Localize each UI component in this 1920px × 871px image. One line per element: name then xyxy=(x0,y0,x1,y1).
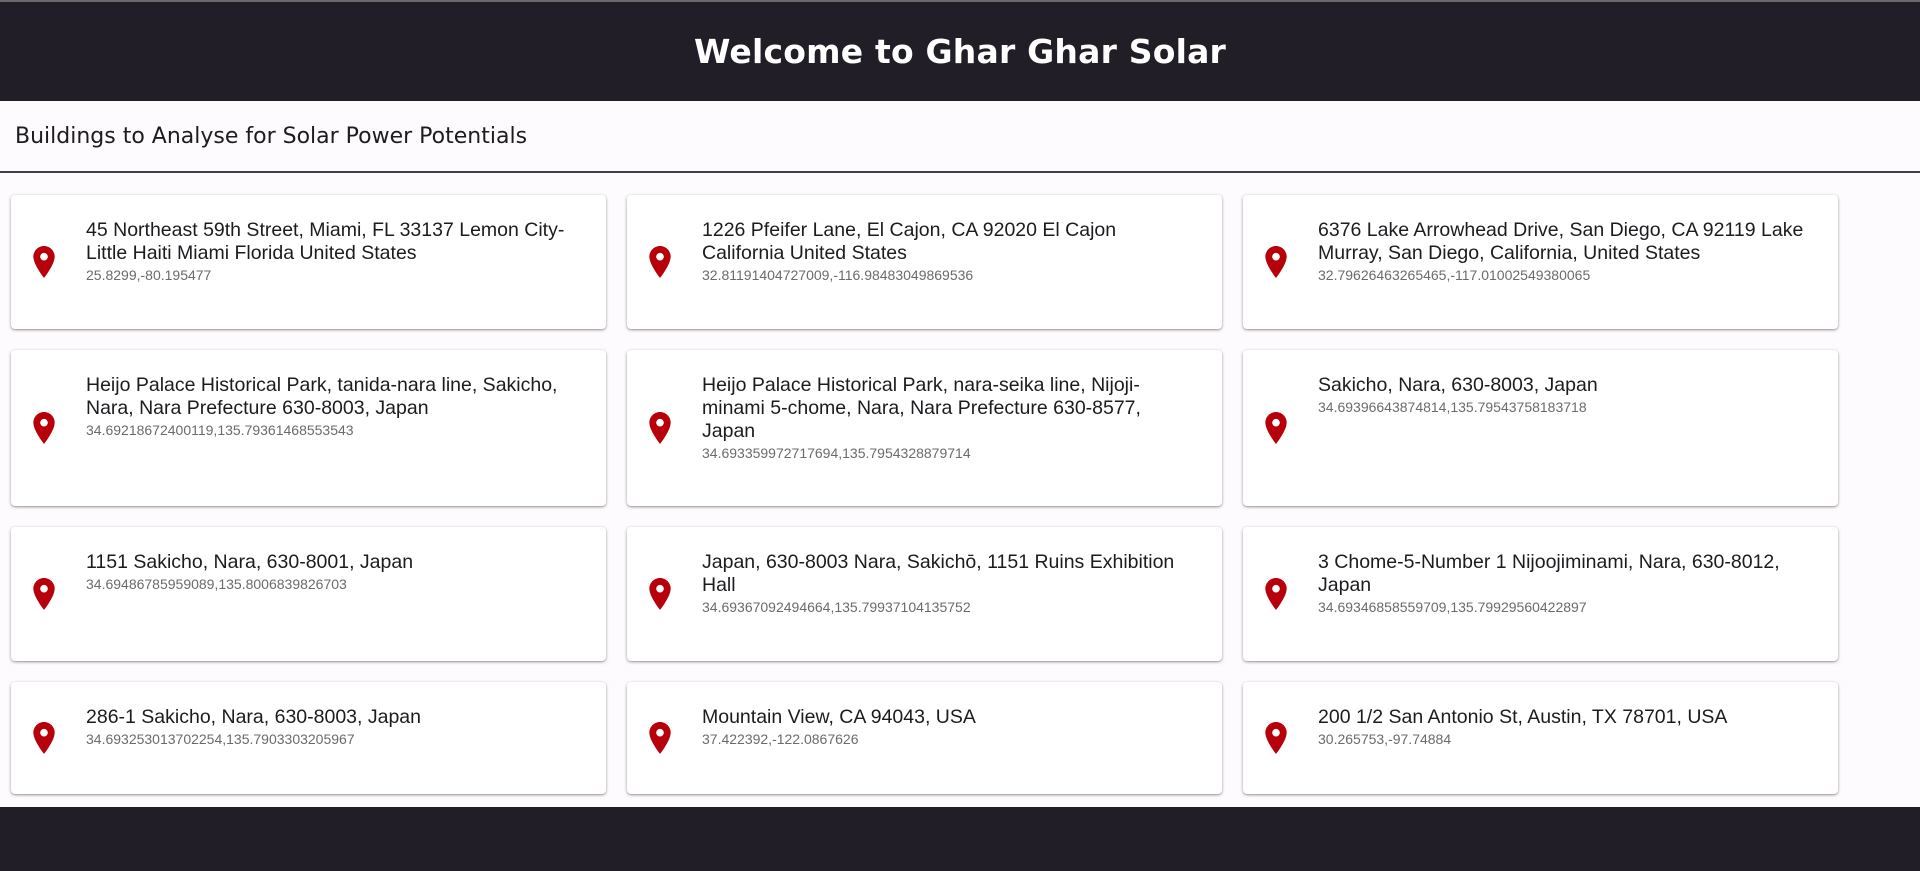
building-info: 286-1 Sakicho, Nara, 630-8003, Japan 34.… xyxy=(86,682,606,748)
building-coordinates: 32.79626463265465,-117.01002549380065 xyxy=(1318,267,1591,283)
building-address: 6376 Lake Arrowhead Drive, San Diego, CA… xyxy=(1318,219,1804,264)
location-pin-icon xyxy=(1263,245,1289,279)
building-address: Heijo Palace Historical Park, tanida-nar… xyxy=(86,374,558,419)
building-address: Heijo Palace Historical Park, nara-seika… xyxy=(702,374,1141,442)
location-pin-icon xyxy=(31,577,57,611)
location-pin-icon xyxy=(647,245,673,279)
location-pin-icon xyxy=(1263,411,1289,445)
location-pin-icon xyxy=(647,411,673,445)
app-footer xyxy=(0,807,1920,871)
app-title: Welcome to Ghar Ghar Solar xyxy=(693,32,1227,71)
location-pin-icon xyxy=(647,721,673,755)
building-card[interactable]: Heijo Palace Historical Park, tanida-nar… xyxy=(11,350,606,506)
building-coordinates: 34.69367092494664,135.79937104135752 xyxy=(702,599,971,615)
building-info: Japan, 630-8003 Nara, Sakichō, 1151 Ruin… xyxy=(702,527,1222,616)
section-header: Buildings to Analyse for Solar Power Pot… xyxy=(0,101,1920,173)
buildings-list-area: 45 Northeast 59th Street, Miami, FL 3313… xyxy=(0,173,1920,807)
building-coordinates: 34.69486785959089,135.8006839826703 xyxy=(86,576,347,592)
building-card[interactable]: 45 Northeast 59th Street, Miami, FL 3313… xyxy=(11,195,606,329)
building-address: Sakicho, Nara, 630-8003, Japan xyxy=(1318,374,1598,396)
building-address: 1226 Pfeifer Lane, El Cajon, CA 92020 El… xyxy=(702,219,1117,264)
building-card[interactable]: 3 Chome-5-Number 1 Nijoojiminami, Nara, … xyxy=(1243,527,1838,661)
building-info: 3 Chome-5-Number 1 Nijoojiminami, Nara, … xyxy=(1318,527,1838,616)
building-coordinates: 34.693253013702254,135.7903303205967 xyxy=(86,731,355,747)
building-address: 1151 Sakicho, Nara, 630-8001, Japan xyxy=(86,551,414,573)
app-header: Welcome to Ghar Ghar Solar xyxy=(0,2,1920,101)
location-pin-icon xyxy=(31,245,57,279)
building-coordinates: 25.8299,-80.195477 xyxy=(86,267,212,283)
building-info: 1226 Pfeifer Lane, El Cajon, CA 92020 El… xyxy=(702,195,1222,284)
building-address: 286-1 Sakicho, Nara, 630-8003, Japan xyxy=(86,706,421,728)
building-info: Sakicho, Nara, 630-8003, Japan 34.693966… xyxy=(1318,350,1838,416)
building-info: 200 1/2 San Antonio St, Austin, TX 78701… xyxy=(1318,682,1838,748)
building-coordinates: 34.693359972717694,135.7954328879714 xyxy=(702,445,971,461)
building-card[interactable]: 286-1 Sakicho, Nara, 630-8003, Japan 34.… xyxy=(11,682,606,794)
building-card[interactable]: 6376 Lake Arrowhead Drive, San Diego, CA… xyxy=(1243,195,1838,329)
location-pin-icon xyxy=(1263,577,1289,611)
building-info: 6376 Lake Arrowhead Drive, San Diego, CA… xyxy=(1318,195,1838,284)
building-coordinates: 30.265753,-97.74884 xyxy=(1318,731,1452,747)
building-card[interactable]: Japan, 630-8003 Nara, Sakichō, 1151 Ruin… xyxy=(627,527,1222,661)
building-card[interactable]: Mountain View, CA 94043, USA 37.422392,-… xyxy=(627,682,1222,794)
building-address: 200 1/2 San Antonio St, Austin, TX 78701… xyxy=(1318,706,1728,728)
building-address: 3 Chome-5-Number 1 Nijoojiminami, Nara, … xyxy=(1318,551,1780,596)
building-coordinates: 32.81191404727009,-116.98483049869536 xyxy=(702,267,974,283)
building-coordinates: 37.422392,-122.0867626 xyxy=(702,731,859,747)
section-title: Buildings to Analyse for Solar Power Pot… xyxy=(15,123,528,149)
building-address: 45 Northeast 59th Street, Miami, FL 3313… xyxy=(86,219,565,264)
building-coordinates: 34.69396643874814,135.79543758183718 xyxy=(1318,399,1587,415)
building-info: Heijo Palace Historical Park, tanida-nar… xyxy=(86,350,606,439)
location-pin-icon xyxy=(1263,721,1289,755)
building-coordinates: 34.69346858559709,135.79929560422897 xyxy=(1318,599,1587,615)
building-info: 1151 Sakicho, Nara, 630-8001, Japan 34.6… xyxy=(86,527,606,593)
building-address: Mountain View, CA 94043, USA xyxy=(702,706,976,728)
location-pin-icon xyxy=(31,721,57,755)
location-pin-icon xyxy=(31,411,57,445)
building-address: Japan, 630-8003 Nara, Sakichō, 1151 Ruin… xyxy=(702,551,1175,596)
location-pin-icon xyxy=(647,577,673,611)
building-card[interactable]: Heijo Palace Historical Park, nara-seika… xyxy=(627,350,1222,506)
building-info: 45 Northeast 59th Street, Miami, FL 3313… xyxy=(86,195,606,284)
buildings-grid: 45 Northeast 59th Street, Miami, FL 3313… xyxy=(11,195,1920,794)
building-info: Mountain View, CA 94043, USA 37.422392,-… xyxy=(702,682,1222,748)
building-card[interactable]: Sakicho, Nara, 630-8003, Japan 34.693966… xyxy=(1243,350,1838,506)
building-card[interactable]: 1226 Pfeifer Lane, El Cajon, CA 92020 El… xyxy=(627,195,1222,329)
building-card[interactable]: 1151 Sakicho, Nara, 630-8001, Japan 34.6… xyxy=(11,527,606,661)
building-card[interactable]: 200 1/2 San Antonio St, Austin, TX 78701… xyxy=(1243,682,1838,794)
building-info: Heijo Palace Historical Park, nara-seika… xyxy=(702,350,1222,462)
building-coordinates: 34.69218672400119,135.79361468553543 xyxy=(86,422,354,438)
